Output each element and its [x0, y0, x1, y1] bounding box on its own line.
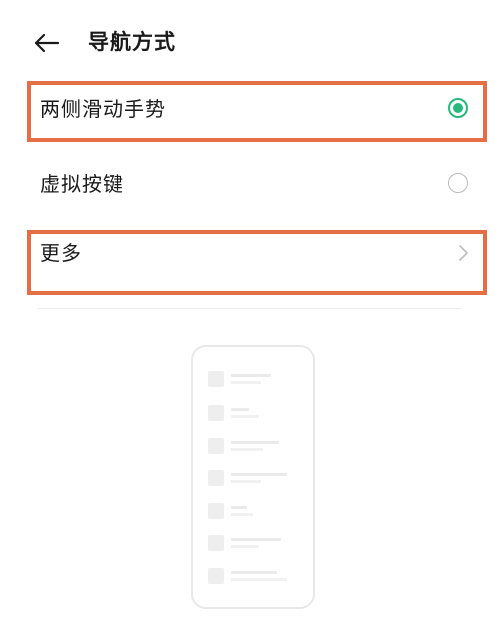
settings-page: 导航方式 两侧滑动手势 虚拟按键 更多 — [0, 0, 500, 626]
option-more[interactable]: 更多 — [0, 221, 500, 285]
header: 导航方式 — [0, 0, 500, 84]
divider — [38, 308, 462, 309]
preview-row — [208, 503, 298, 523]
preview-row — [208, 371, 298, 391]
back-button[interactable] — [30, 26, 66, 60]
option-virtual-keys[interactable]: 虚拟按键 — [0, 152, 500, 216]
option-label: 虚拟按键 — [40, 172, 124, 196]
radio-selected[interactable] — [448, 98, 468, 118]
preview-row — [208, 568, 298, 588]
option-label: 更多 — [40, 241, 82, 265]
preview-row — [208, 535, 298, 555]
option-label: 两侧滑动手势 — [40, 97, 166, 121]
preview-row — [208, 405, 298, 425]
preview-row — [208, 438, 298, 458]
option-swipe-gestures[interactable]: 两侧滑动手势 — [0, 77, 500, 141]
arrow-left-icon — [34, 33, 60, 53]
chevron-right-icon — [459, 245, 468, 261]
preview-row — [208, 470, 298, 490]
phone-preview — [191, 345, 315, 609]
radio-unselected[interactable] — [448, 173, 468, 193]
page-title: 导航方式 — [88, 30, 176, 54]
